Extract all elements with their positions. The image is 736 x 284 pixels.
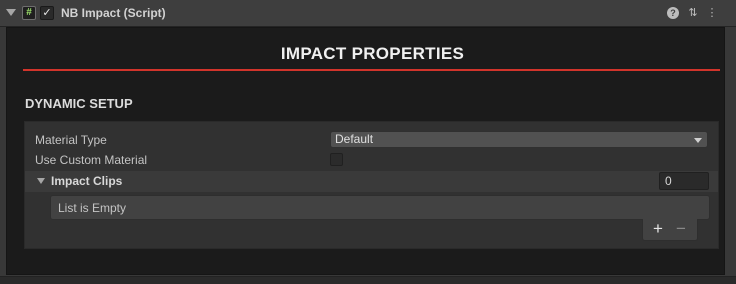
dynamic-setup-box: Material Type Default Use Custom Materia… (24, 121, 719, 249)
impact-clips-list: List is Empty (50, 195, 710, 220)
remove-element-button[interactable]: − (673, 220, 689, 238)
section-title: IMPACT PROPERTIES (280, 44, 465, 63)
use-custom-material-label: Use Custom Material (35, 153, 148, 167)
presets-icon[interactable]: ⇅ (686, 6, 700, 20)
material-type-value: Default (335, 132, 374, 146)
use-custom-material-checkbox[interactable] (330, 153, 343, 166)
impact-clips-count-field[interactable]: 0 (659, 172, 709, 190)
inspector-bottom-strip (0, 276, 736, 284)
foldout-arrow-icon[interactable] (37, 178, 45, 184)
section-divider (23, 69, 720, 71)
add-element-button[interactable]: + (650, 220, 666, 238)
component-enabled-checkbox[interactable]: ✓ (40, 6, 54, 20)
component-body: IMPACT PROPERTIES DYNAMIC SETUP Material… (6, 27, 725, 275)
list-footer: + − (642, 219, 698, 241)
component-foldout-arrow[interactable] (6, 9, 16, 16)
component-title: NB Impact (Script) (61, 6, 166, 20)
impact-clips-foldout[interactable]: Impact Clips 0 (25, 171, 718, 192)
context-menu-icon[interactable]: ⋮ (705, 6, 719, 20)
impact-clips-label: Impact Clips (51, 174, 123, 188)
help-icon[interactable]: ? (666, 6, 680, 20)
list-empty-text: List is Empty (58, 201, 127, 215)
chevron-down-icon (694, 138, 702, 143)
material-type-dropdown[interactable]: Default (330, 131, 708, 148)
material-type-label: Material Type (35, 133, 107, 147)
help-glyph: ? (667, 7, 679, 19)
component-header[interactable]: # ✓ NB Impact (Script) ? ⇅ ⋮ (0, 0, 736, 27)
script-icon: # (22, 6, 36, 20)
subsection-title: DYNAMIC SETUP (25, 96, 133, 111)
